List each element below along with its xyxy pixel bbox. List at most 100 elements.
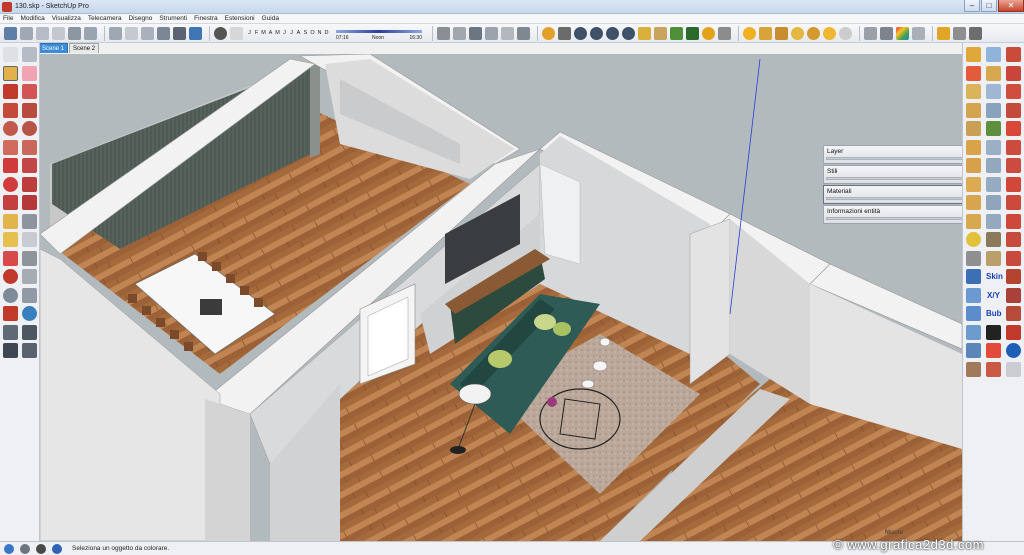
menu-disegno[interactable]: Disegno (128, 15, 152, 22)
freehand-icon[interactable] (22, 84, 37, 99)
stop-record-icon[interactable] (1006, 324, 1021, 340)
make-component-tool-icon[interactable] (22, 47, 37, 62)
subdivide-icon[interactable] (986, 84, 1001, 99)
rotate-icon[interactable] (3, 176, 18, 192)
eraser-icon[interactable] (22, 65, 37, 81)
pen-tool-icon[interactable] (986, 121, 1001, 136)
joint-push-pull-icon[interactable] (1006, 47, 1021, 62)
offset-3d-icon[interactable] (1006, 158, 1021, 173)
shaded-texture-style-icon[interactable] (173, 26, 186, 40)
skin-plugin-label[interactable]: Skin (986, 269, 1003, 284)
furniture-icon[interactable] (986, 361, 1001, 377)
section-plane-icon[interactable] (864, 26, 877, 40)
move-along-icon[interactable] (966, 324, 981, 340)
wrench-icon[interactable] (986, 232, 1001, 247)
profile-builder-icon[interactable] (986, 139, 1001, 155)
components-icon[interactable] (485, 26, 498, 40)
shape-bender-icon[interactable] (1006, 65, 1021, 81)
month-label[interactable]: S (302, 30, 309, 36)
render-help-icon[interactable] (622, 26, 635, 40)
tab-scene-2[interactable]: Scene 2 (69, 43, 100, 53)
model-scene[interactable] (40, 54, 962, 541)
window-maker-icon[interactable] (966, 213, 981, 229)
menu-file[interactable]: File (3, 15, 13, 22)
stair-maker-icon[interactable] (1006, 195, 1021, 210)
display-shadows-icon[interactable] (230, 26, 243, 40)
offset-icon[interactable] (22, 195, 37, 210)
ies-light-icon[interactable] (775, 26, 788, 40)
monochrome-style-icon[interactable] (189, 26, 202, 40)
close-button[interactable]: ✕ (998, 0, 1024, 12)
texture-tools-icon[interactable] (912, 26, 925, 40)
camera-path-icon[interactable] (966, 343, 981, 358)
move-icon[interactable] (3, 158, 18, 173)
tree-proxy-icon[interactable] (670, 26, 683, 40)
menu-estensioni[interactable]: Estensioni (225, 15, 255, 22)
roof-icon[interactable] (1006, 232, 1021, 247)
drop-icon[interactable] (1006, 176, 1021, 192)
floor-generator-icon[interactable] (1006, 250, 1021, 266)
light-settings-icon[interactable] (839, 26, 852, 40)
sphere-light-icon[interactable] (743, 26, 756, 40)
pan-hand-icon[interactable] (22, 269, 37, 284)
wall-maker-icon[interactable] (1006, 213, 1021, 229)
orbit-icon[interactable] (3, 269, 18, 284)
array-icon[interactable] (986, 176, 1001, 192)
month-label[interactable]: M (274, 30, 281, 36)
zoom-window-icon[interactable] (22, 287, 37, 303)
month-label[interactable]: F (253, 30, 260, 36)
export-icon[interactable] (986, 343, 1001, 358)
bubble-icon[interactable] (966, 306, 981, 321)
shadow-month-selector[interactable]: J F M A M J J A S O N D (246, 30, 330, 36)
bezier-spline-icon[interactable] (1006, 102, 1021, 118)
wireframe-style-icon[interactable] (125, 26, 138, 40)
zoom-extents-icon[interactable] (3, 306, 18, 321)
time-slider-track[interactable] (336, 30, 422, 33)
xyz-plugin-label[interactable]: X/Y (986, 288, 1001, 303)
section-plane-tool-icon[interactable] (22, 343, 37, 358)
iso-view-icon[interactable] (4, 26, 17, 40)
mirror-icon[interactable] (986, 195, 1001, 210)
axes-icon[interactable] (3, 250, 18, 266)
render-rt-icon[interactable] (590, 26, 603, 40)
spot-light-icon[interactable] (654, 26, 667, 40)
fredo-scale-icon[interactable] (986, 102, 1001, 118)
polygon-icon[interactable] (22, 121, 37, 136)
menu-telecamera[interactable]: Telecamera (88, 15, 122, 22)
hammer-icon[interactable] (966, 250, 981, 266)
tab-scene-1[interactable]: Scene 1 (38, 43, 69, 53)
mesh-light-icon[interactable] (807, 26, 820, 40)
look-around-eye-icon[interactable] (22, 324, 37, 340)
share-model-icon[interactable] (453, 26, 466, 40)
planar-map-icon[interactable] (1006, 287, 1021, 303)
tape-measure-icon[interactable] (3, 213, 18, 229)
scale-icon[interactable] (3, 195, 18, 210)
area-light-icon[interactable] (823, 26, 836, 40)
chair-icon[interactable] (966, 361, 981, 377)
walk-footprints-icon[interactable] (3, 343, 18, 358)
dimension-icon[interactable] (22, 213, 37, 229)
layer-tools-icon[interactable] (1006, 361, 1021, 377)
omni-light-icon[interactable] (638, 26, 651, 40)
previous-view-icon[interactable] (22, 306, 37, 321)
pipe-icon[interactable] (1006, 139, 1021, 155)
door-maker-icon[interactable] (986, 213, 1001, 229)
month-label[interactable]: O (309, 30, 316, 36)
hidden-line-style-icon[interactable] (141, 26, 154, 40)
color-palette-icon[interactable] (896, 26, 909, 40)
make-component-icon[interactable] (937, 26, 950, 40)
thru-paint-icon[interactable] (966, 287, 981, 303)
shovel-icon[interactable] (986, 250, 1001, 266)
menu-finestra[interactable]: Finestra (194, 15, 217, 22)
paint-bucket-icon[interactable] (3, 65, 18, 81)
loft-icon[interactable] (966, 176, 981, 192)
shaded-style-icon[interactable] (157, 26, 170, 40)
select-arrow-icon[interactable] (3, 47, 18, 62)
sun-icon[interactable] (702, 26, 715, 40)
help-question-icon[interactable] (1006, 343, 1021, 358)
menu-strumenti[interactable]: Strumenti (159, 15, 187, 22)
month-label[interactable]: A (267, 30, 274, 36)
rectangle-icon[interactable] (3, 102, 18, 118)
menu-modifica[interactable]: Modifica (20, 15, 44, 22)
model-viewport[interactable] (40, 54, 962, 541)
